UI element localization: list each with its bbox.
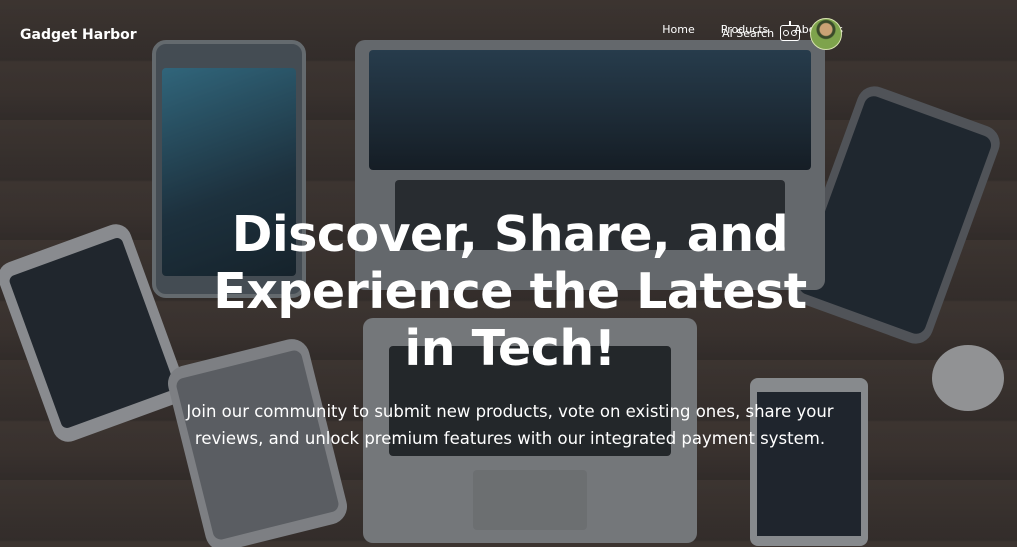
nav-home-link[interactable]: Home (662, 23, 694, 36)
ai-search-link[interactable]: AI Search (722, 21, 801, 41)
hero-headline: Discover, Share, and Experience the Late… (213, 206, 807, 377)
hero-subtext: Join our community to submit new product… (186, 402, 834, 448)
hero-section: Gadget Harbor Home Products About us AI … (0, 0, 1017, 547)
robot-icon (780, 21, 801, 41)
user-avatar[interactable] (810, 18, 842, 50)
brand-logo[interactable]: Gadget Harbor (20, 27, 137, 43)
top-navbar: Gadget Harbor Home Products About us AI … (0, 0, 1017, 64)
ai-search-label: AI Search (722, 26, 775, 40)
